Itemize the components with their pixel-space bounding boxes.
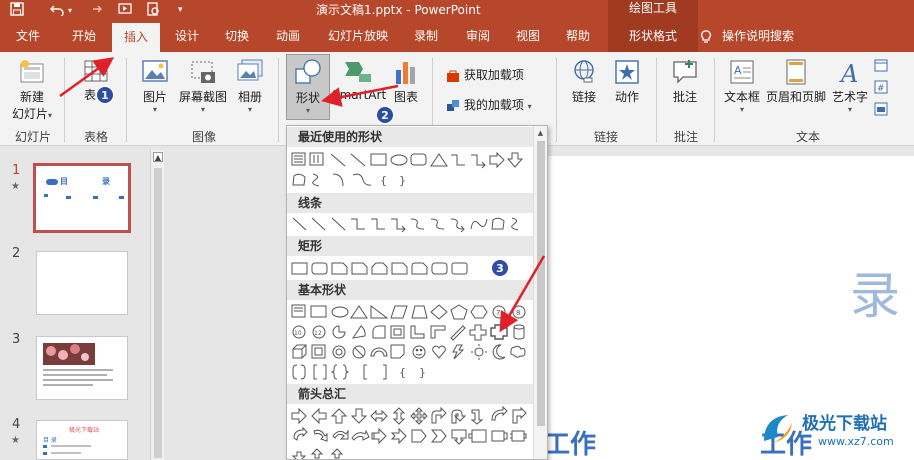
watermark-url: www.xz7.com [818, 435, 894, 448]
arrow-to-shapes-button [321, 84, 399, 107]
step-badge-1: 1 [96, 86, 114, 104]
step-badge-3: 3 [491, 259, 509, 277]
watermark-name: 极光下载站 [802, 414, 887, 434]
watermark-logo: 极光下载站 www.xz7.com [756, 403, 914, 460]
step-badge-2: 2 [376, 106, 394, 124]
watermark-logo-icon [764, 415, 792, 443]
annotation-arrows [59, 57, 546, 333]
